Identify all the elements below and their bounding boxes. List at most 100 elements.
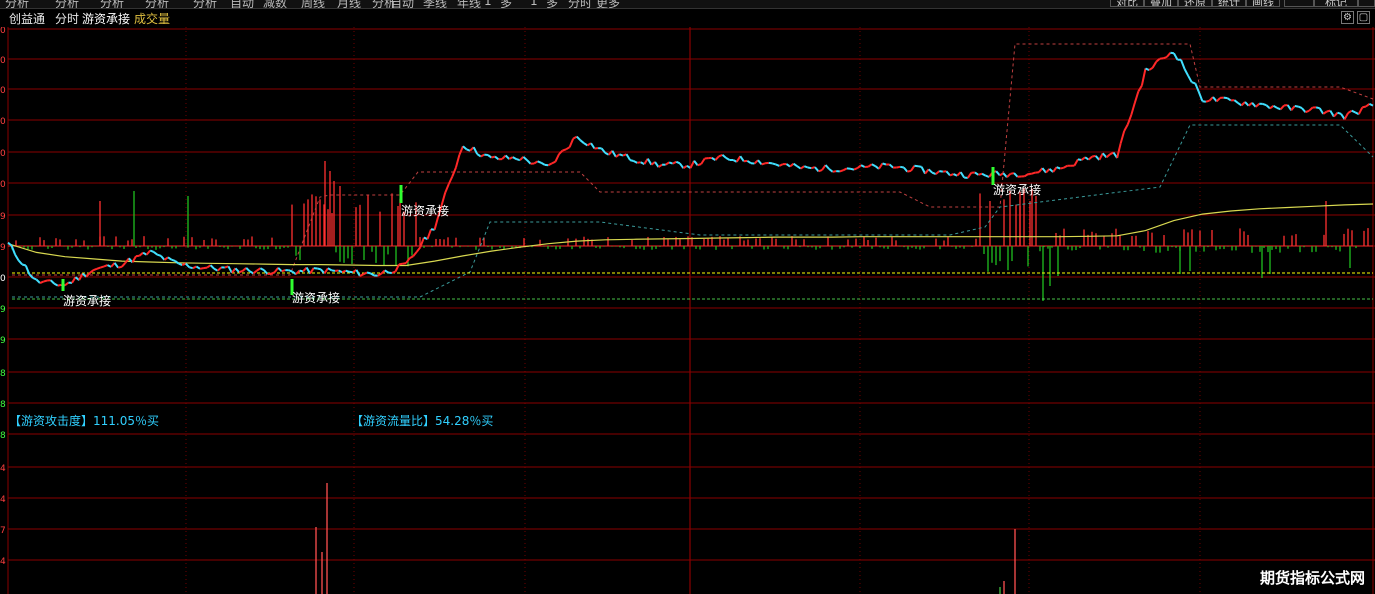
price-segment [1233,99,1239,104]
price-segment [295,269,301,275]
price-segment [501,154,507,160]
price-segment [17,259,23,266]
price-segment [504,154,510,160]
price-segment [327,267,332,272]
restore-icon[interactable]: ▢ [1357,11,1370,24]
menu-item[interactable]: 自动 [390,0,414,8]
period-tab[interactable]: 分时 [55,10,79,27]
menu-item[interactable]: 自动 [230,0,254,8]
y-tick-label: 8 [0,431,6,441]
price-segment [178,262,183,267]
menu-item[interactable]: 减数 [263,0,287,8]
menu-item[interactable]: 季线 [423,0,447,8]
menu-item[interactable]: 分析 [145,0,169,8]
price-segment [163,256,169,261]
price-segment [1362,105,1367,109]
price-segment [35,278,41,284]
menu-item[interactable]: 分析 [5,0,29,8]
price-segment [444,183,450,194]
menu-item[interactable]: 分时 [568,0,592,8]
price-segment [1357,106,1364,115]
menu-item[interactable]: 1 [484,0,492,8]
y-tick-label: 0 [0,149,6,159]
price-segment [1329,110,1335,118]
price-segment [1140,68,1147,86]
toolbar-button[interactable]: 对比 [1110,0,1144,7]
menu-item[interactable]: 年线 [457,0,481,8]
toolbar-button[interactable]: 标记 [1314,0,1358,7]
price-segment [1237,102,1243,107]
price-segment [579,139,585,144]
menu-item[interactable]: 分析 [193,0,217,8]
price-segment [842,167,848,172]
price-segment [508,156,514,160]
price-segment [331,269,336,272]
y-tick-label: 0 [0,180,6,190]
price-segment [629,159,634,162]
toolbar-button[interactable]: 叠加 [1144,0,1178,7]
price-segment [590,142,596,150]
price-segment [800,165,805,170]
menu-item[interactable]: 分析 [100,0,124,8]
price-segment [682,164,688,170]
menu-item[interactable]: 更多 [596,0,620,8]
lower-band [12,124,1374,298]
price-segment [472,146,479,155]
price-segment [1247,102,1253,107]
menu-item[interactable]: 周线 [301,0,325,8]
price-segment [1318,107,1325,115]
price-segment [227,265,233,274]
price-segment [1148,66,1154,71]
price-segment [100,265,105,269]
price-segment [359,273,364,277]
price-segment [850,167,855,171]
y-tick-label: 0 [0,56,6,66]
price-segment [878,162,884,170]
price-segment [966,172,973,179]
price-segment [213,267,219,272]
price-segment [1215,97,1221,103]
menu-item[interactable]: 多 [546,0,558,8]
price-segment [7,241,13,247]
price-segment [920,166,926,175]
price-segment [39,280,44,285]
price-segment [338,269,343,274]
price-segment [700,157,706,165]
y-tick-label: 0 [0,86,6,96]
price-segment [896,165,901,169]
price-segment [981,172,986,177]
toolbar-button[interactable] [1358,0,1375,7]
price-segment [778,163,784,167]
menu-item[interactable]: 月线 [337,0,361,8]
price-segment [377,272,382,277]
price-segment [917,165,922,168]
price-segment [288,269,293,273]
toolbar-button[interactable] [1284,0,1314,7]
menu-item[interactable]: 多 [500,0,512,8]
price-segment [291,270,297,276]
price-segment [167,256,173,261]
price-segment [657,163,663,168]
menu-item[interactable]: 1 [530,0,538,8]
price-segment [675,160,681,165]
toolbar-button[interactable]: 统计 [1212,0,1246,7]
toolbar-button[interactable]: 还原 [1178,0,1212,7]
menu-item[interactable]: 分析 [55,0,79,8]
price-segment [888,163,894,169]
price-segment [53,282,59,287]
sub-indicator-name[interactable]: 成交量 [134,10,170,27]
price-segment [391,270,396,274]
price-segment [1347,109,1353,114]
flow-info: 【游资流量比】54.28％买 [351,414,493,428]
price-segment [1265,104,1271,110]
toolbar-button[interactable]: 画线 [1246,0,1280,7]
price-segment [1240,101,1246,107]
price-segment [824,164,830,170]
price-segment [113,262,119,269]
gear-icon[interactable]: ⚙ [1341,11,1354,24]
price-segment [512,156,517,160]
price-segment [195,265,201,270]
y-tick-label: 4 [0,464,6,474]
indicator-name[interactable]: 游资承接 [82,10,130,27]
price-segment [1191,81,1196,85]
